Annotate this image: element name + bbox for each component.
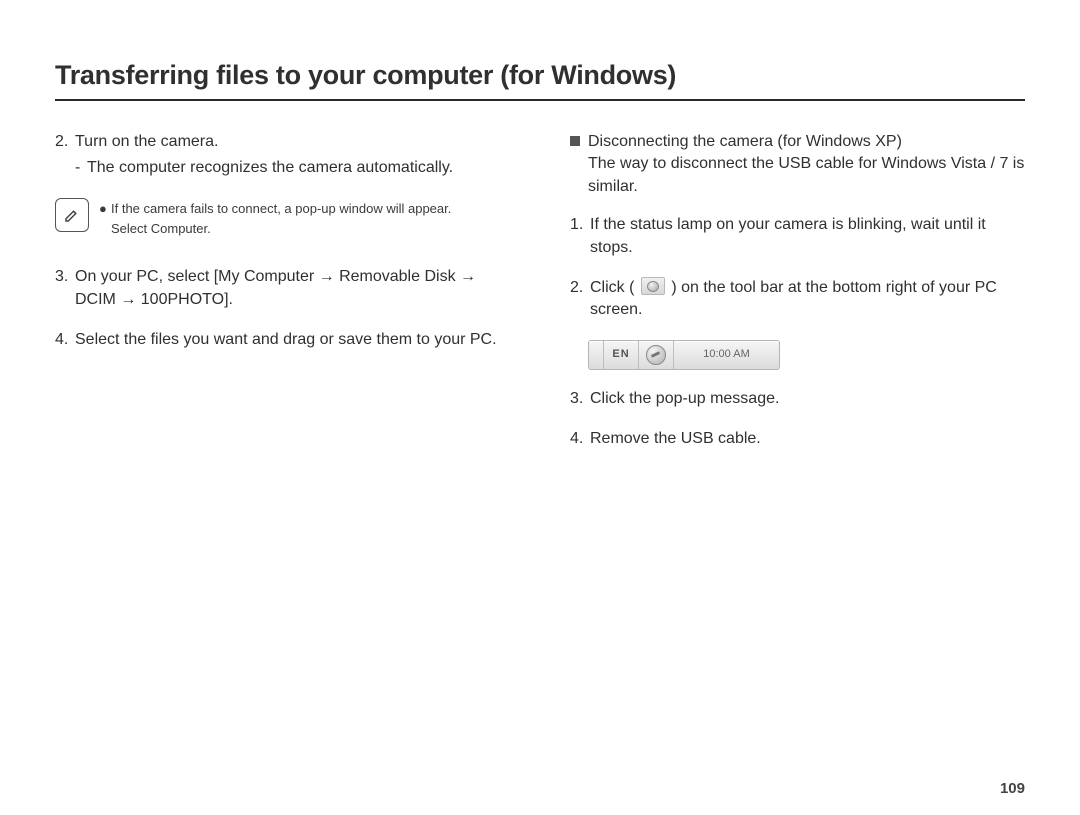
manual-page: Transferring files to your computer (for…: [0, 0, 1080, 815]
bullet-icon: ●: [99, 200, 111, 218]
note-box: ● If the camera fails to connect, a pop-…: [55, 198, 510, 240]
step-2-sub: - The computer recognizes the camera aut…: [75, 157, 510, 179]
taskbar-illustration: EN 10:00 AM: [588, 340, 780, 370]
step-text: Remove the USB cable.: [590, 428, 1025, 450]
step-2-sub-text: The computer recognizes the camera autom…: [87, 157, 453, 179]
safely-remove-icon: [641, 277, 665, 295]
section-heading: Disconnecting the camera (for Windows XP…: [570, 131, 1025, 198]
step-number: 2.: [570, 277, 590, 322]
square-bullet-icon: [570, 136, 580, 146]
step-2-pre: Click (: [590, 279, 634, 296]
subheading-line: The way to disconnect the USB cable for …: [588, 155, 1024, 194]
step-number: 2.: [55, 131, 75, 180]
section-heading-text: Disconnecting the camera (for Windows XP…: [588, 131, 1025, 198]
bullet-spacer: [99, 220, 111, 238]
step-text: Turn on the camera. - The computer recog…: [75, 131, 510, 180]
step-4: 4. Select the files you want and drag or…: [55, 329, 510, 351]
taskbar-tray-icon: [639, 341, 674, 369]
page-title: Transferring files to your computer (for…: [55, 60, 1025, 101]
disc-step-4: 4. Remove the USB cable.: [570, 428, 1025, 450]
step-number: 4.: [570, 428, 590, 450]
step-3: 3. On your PC, select [My Computer → Rem…: [55, 266, 510, 311]
step-number: 1.: [570, 214, 590, 259]
left-column: 2. Turn on the camera. - The computer re…: [55, 131, 510, 469]
safely-remove-tray-icon: [646, 345, 666, 365]
page-number: 109: [1000, 780, 1025, 797]
heading-line: Disconnecting the camera (for Windows XP…: [588, 133, 902, 150]
step-text: If the status lamp on your camera is bli…: [590, 214, 1025, 259]
step-text: On your PC, select [My Computer → Remova…: [75, 266, 510, 311]
step-number: 3.: [55, 266, 75, 311]
step-2-text: Turn on the camera.: [75, 133, 218, 150]
taskbar-spacer: [589, 341, 604, 369]
step-number: 4.: [55, 329, 75, 351]
note-line-1: ● If the camera fails to connect, a pop-…: [99, 200, 510, 218]
step-2: 2. Turn on the camera. - The computer re…: [55, 131, 510, 180]
note-text-1: If the camera fails to connect, a pop-up…: [111, 200, 451, 218]
disc-step-1: 1. If the status lamp on your camera is …: [570, 214, 1025, 259]
taskbar-clock: 10:00 AM: [674, 341, 779, 369]
step-text: Click the pop-up message.: [590, 388, 1025, 410]
content-columns: 2. Turn on the camera. - The computer re…: [55, 131, 1025, 469]
dash-bullet: -: [75, 157, 87, 179]
taskbar-lang: EN: [604, 341, 639, 369]
note-content: ● If the camera fails to connect, a pop-…: [99, 198, 510, 240]
note-pencil-icon: [55, 198, 89, 232]
disc-step-3: 3. Click the pop-up message.: [570, 388, 1025, 410]
note-text-2: Select Computer.: [111, 220, 211, 238]
step-text: Click ( ) on the tool bar at the bottom …: [590, 277, 1025, 322]
disc-step-2: 2. Click ( ) on the tool bar at the bott…: [570, 277, 1025, 322]
step-text: Select the files you want and drag or sa…: [75, 329, 510, 351]
step-number: 3.: [570, 388, 590, 410]
right-column: Disconnecting the camera (for Windows XP…: [570, 131, 1025, 469]
note-line-2: Select Computer.: [99, 220, 510, 238]
